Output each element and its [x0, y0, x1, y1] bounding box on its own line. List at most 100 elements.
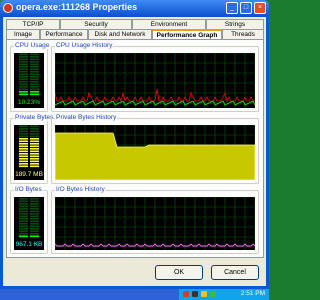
- taskbar-clock[interactable]: 2:51 PM: [241, 290, 265, 297]
- meter-segment: [19, 143, 28, 145]
- tray-network-icon[interactable]: [201, 291, 207, 297]
- meter-segment: [19, 148, 28, 150]
- private-bytes-label: Private Bytes: [14, 114, 55, 121]
- tab-threads[interactable]: Threads: [222, 29, 264, 39]
- tray-monitor-icon[interactable]: [192, 291, 198, 297]
- meter-segment: [19, 73, 28, 76]
- io-bytes-label: I/O Bytes: [14, 186, 43, 193]
- meter-segment: [30, 93, 39, 96]
- tab-image[interactable]: Image: [6, 29, 40, 39]
- meter-segment: [19, 86, 28, 88]
- meter-segment: [30, 200, 39, 203]
- io-bytes-meter: 967.1 KB: [14, 197, 44, 250]
- meter-segment: [30, 145, 39, 148]
- meter-segment: [19, 158, 28, 160]
- meter-segment: [19, 220, 28, 223]
- io-history-label: I/O Bytes History: [55, 186, 106, 193]
- meter-segment: [30, 233, 39, 235]
- meter-segment: [19, 145, 28, 148]
- tab-environment[interactable]: Environment: [132, 19, 206, 29]
- cpu-history-group: CPU Usage History: [51, 42, 259, 112]
- cancel-button[interactable]: Cancel: [211, 265, 259, 280]
- meter-segment: [19, 130, 28, 133]
- cpu-usage-group: CPU Usage 10.23%: [10, 42, 51, 112]
- meter-segment: [30, 135, 39, 138]
- meter-segment: [19, 200, 28, 203]
- meter-segment: [30, 125, 39, 128]
- meter-segment: [30, 215, 39, 218]
- meter-segment: [19, 91, 28, 93]
- meter-segment: [19, 138, 28, 140]
- meter-segment: [30, 138, 39, 140]
- tab-tcpip[interactable]: TCP/IP: [6, 19, 60, 29]
- tab-performance-graph[interactable]: Performance Graph: [152, 29, 222, 39]
- tray-security-icon[interactable]: [210, 291, 216, 297]
- meter-segment: [19, 56, 28, 58]
- opera-icon: [3, 3, 13, 13]
- meter-segment: [19, 230, 28, 233]
- meter-segment: [30, 165, 39, 168]
- cpu-history-label: CPU Usage History: [55, 42, 114, 49]
- tab-disk-and-network[interactable]: Disk and Network: [88, 29, 152, 39]
- meter-segment: [19, 203, 28, 205]
- meter-segment: [30, 230, 39, 233]
- meter-segment: [19, 76, 28, 78]
- minimize-button[interactable]: _: [226, 2, 238, 14]
- meter-segment: [30, 198, 39, 200]
- meter-segment: [30, 208, 39, 210]
- meter-segment: [19, 83, 28, 86]
- tab-strings[interactable]: Strings: [206, 19, 264, 29]
- meter-segment: [19, 153, 28, 155]
- window-title: opera.exe:111268 Properties: [16, 2, 138, 12]
- io-bytes-value: 967.1 KB: [15, 241, 43, 248]
- performance-graph-panel: CPU Usage 10.23% CPU Usage History Priva…: [6, 39, 264, 258]
- private-bytes-group: Private Bytes 189.7 MB: [10, 114, 55, 184]
- meter-segment: [19, 223, 28, 225]
- io-bytes-group: I/O Bytes 967.1 KB: [10, 186, 48, 254]
- meter-segment: [30, 63, 39, 66]
- meter-segment: [30, 225, 39, 228]
- meter-segment: [19, 125, 28, 128]
- ok-button[interactable]: OK: [155, 265, 203, 280]
- tab-performance[interactable]: Performance: [40, 29, 88, 39]
- meter-segment: [19, 63, 28, 66]
- private-history-graph: [55, 125, 255, 180]
- meter-segment: [30, 148, 39, 150]
- cpu-usage-meter: 10.23%: [14, 53, 44, 108]
- meter-segment: [19, 128, 28, 130]
- meter-segment: [19, 78, 28, 81]
- meter-segment: [19, 66, 28, 68]
- meter-segment: [19, 163, 28, 165]
- meter-segment: [19, 58, 28, 61]
- meter-segment: [19, 215, 28, 218]
- properties-window: opera.exe:111268 Properties _ □ × TCP/IP…: [0, 0, 269, 289]
- cpu-usage-value: 10.23%: [17, 99, 41, 106]
- meter-segment: [30, 71, 39, 73]
- meter-segment: [30, 78, 39, 81]
- tray-app-icon[interactable]: [183, 291, 189, 297]
- private-history-group: Private Bytes History: [51, 114, 259, 184]
- meter-segment: [30, 213, 39, 215]
- meter-segment: [19, 218, 28, 220]
- meter-segment: [30, 76, 39, 78]
- meter-segment: [30, 160, 39, 163]
- meter-segment: [19, 93, 28, 96]
- meter-segment: [19, 53, 28, 56]
- meter-segment: [30, 223, 39, 225]
- meter-segment: [30, 153, 39, 155]
- meter-segment: [19, 133, 28, 135]
- meter-segment: [19, 208, 28, 210]
- meter-segment: [30, 218, 39, 220]
- meter-segment: [30, 140, 39, 143]
- meter-segment: [19, 81, 28, 83]
- cpu-usage-label: CPU Usage: [14, 42, 51, 49]
- close-button[interactable]: ×: [254, 2, 266, 14]
- meter-segment: [30, 143, 39, 145]
- meter-segment: [19, 198, 28, 200]
- title-bar[interactable]: opera.exe:111268 Properties _ □ ×: [0, 0, 269, 17]
- meter-segment: [30, 205, 39, 208]
- meter-segment: [19, 235, 28, 238]
- maximize-button[interactable]: □: [240, 2, 252, 14]
- meter-segment: [30, 58, 39, 61]
- tab-security[interactable]: Security: [60, 19, 132, 29]
